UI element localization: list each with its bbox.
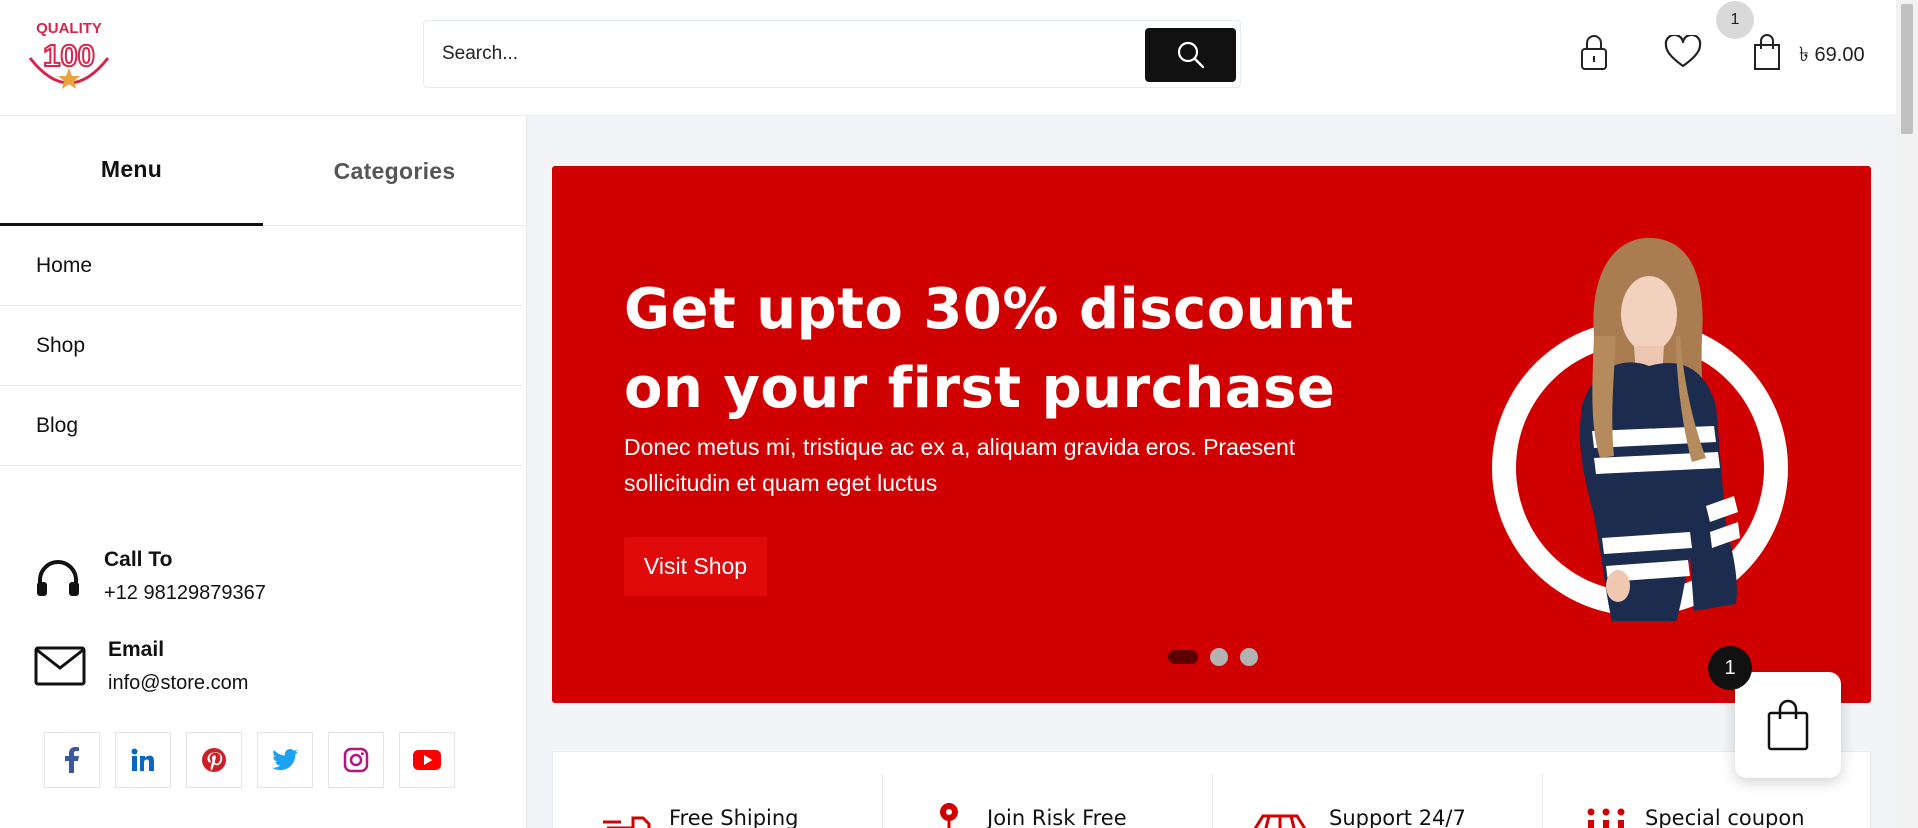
instagram-icon [343, 747, 369, 773]
linkedin-link[interactable] [115, 732, 171, 788]
envelope-icon [34, 646, 86, 686]
twitter-link[interactable] [257, 732, 313, 788]
slider-dot-2[interactable] [1210, 648, 1228, 666]
linkedin-icon [131, 748, 154, 771]
truck-icon [603, 816, 651, 828]
feature-free-shipping: Free Shiping [603, 774, 799, 828]
slider-dot-3[interactable] [1240, 648, 1258, 666]
facebook-icon [65, 747, 79, 773]
visit-shop-button[interactable]: Visit Shop [624, 537, 767, 596]
call-title: Call To [104, 548, 173, 571]
lock-icon [1581, 35, 1607, 70]
page-scrollbar[interactable] [1896, 0, 1918, 828]
coupon-icon [1587, 808, 1625, 828]
slider-dots [1168, 648, 1258, 666]
menu-item-blog[interactable]: Blog [0, 386, 523, 466]
shopping-bag-icon [1754, 34, 1780, 70]
slider-dot-1[interactable] [1168, 650, 1198, 664]
hero-banner: Get upto 30% discount on your first purc… [552, 166, 1871, 703]
tab-menu[interactable]: Menu [0, 116, 263, 226]
support-icon [1253, 814, 1307, 828]
contact-email: Email info@store.com [34, 638, 248, 695]
feature-label: Join Risk Free [987, 806, 1127, 828]
heart-icon [1664, 35, 1702, 68]
social-links [44, 732, 455, 788]
feature-special-coupon: Special coupon [1585, 774, 1805, 828]
search-icon [1177, 41, 1204, 69]
feature-divider [1212, 774, 1213, 828]
site-header: QUALITY 100 1 ৳ 69.00 [0, 0, 1896, 116]
location-pin-icon [940, 803, 958, 828]
search-button[interactable] [1145, 28, 1236, 82]
hero-title: Get upto 30% discount on your first purc… [624, 277, 1354, 421]
wishlist-count-badge: 1 [1716, 1, 1754, 39]
wishlist-button[interactable] [1662, 34, 1704, 70]
search-bar [423, 20, 1241, 88]
feature-join-risk-free: Join Risk Free [929, 774, 1127, 828]
twitter-icon [272, 749, 298, 771]
hero-description: Donec metus mi, tristique ac ex a, aliqu… [624, 434, 1296, 496]
hero-model-image [1492, 237, 1788, 621]
features-strip: Free Shiping Join Risk Free Support 24/7 [552, 751, 1871, 828]
feature-divider [882, 774, 883, 828]
youtube-icon [413, 750, 441, 770]
floating-cart-count-badge: 1 [1708, 646, 1752, 690]
facebook-link[interactable] [44, 732, 100, 788]
instagram-link[interactable] [328, 732, 384, 788]
floating-cart-button[interactable] [1735, 672, 1841, 778]
menu-item-home[interactable]: Home [0, 226, 523, 306]
cart-total[interactable]: ৳ 69.00 [1799, 40, 1865, 73]
sidebar: Menu Categories Home Shop Blog Call To +… [0, 116, 527, 828]
feature-label: Support 24/7 [1329, 806, 1466, 828]
pinterest-link[interactable] [186, 732, 242, 788]
store-logo[interactable]: QUALITY 100 [24, 16, 114, 92]
email-title: Email [108, 638, 165, 661]
scrollbar-thumb[interactable] [1901, 4, 1913, 134]
menu-item-shop[interactable]: Shop [0, 306, 523, 386]
contact-call: Call To +12 98129879367 [34, 548, 266, 605]
youtube-link[interactable] [399, 732, 455, 788]
sidebar-tabs: Menu Categories [0, 116, 526, 226]
feature-label: Special coupon [1645, 806, 1805, 828]
feature-divider [1542, 774, 1543, 828]
svg-text:QUALITY: QUALITY [36, 20, 102, 37]
feature-support: Support 24/7 [1249, 774, 1466, 828]
tab-categories[interactable]: Categories [263, 116, 526, 226]
search-input[interactable] [442, 39, 1142, 69]
headphones-icon [37, 560, 79, 596]
feature-label: Free Shiping [669, 806, 799, 828]
pinterest-icon [202, 748, 226, 772]
call-number[interactable]: +12 98129879367 [104, 582, 266, 605]
cart-button[interactable] [1752, 32, 1782, 72]
email-address[interactable]: info@store.com [108, 672, 248, 695]
shopping-bag-icon [1767, 699, 1809, 751]
account-button[interactable] [1578, 32, 1610, 72]
svg-text:100: 100 [43, 38, 95, 73]
